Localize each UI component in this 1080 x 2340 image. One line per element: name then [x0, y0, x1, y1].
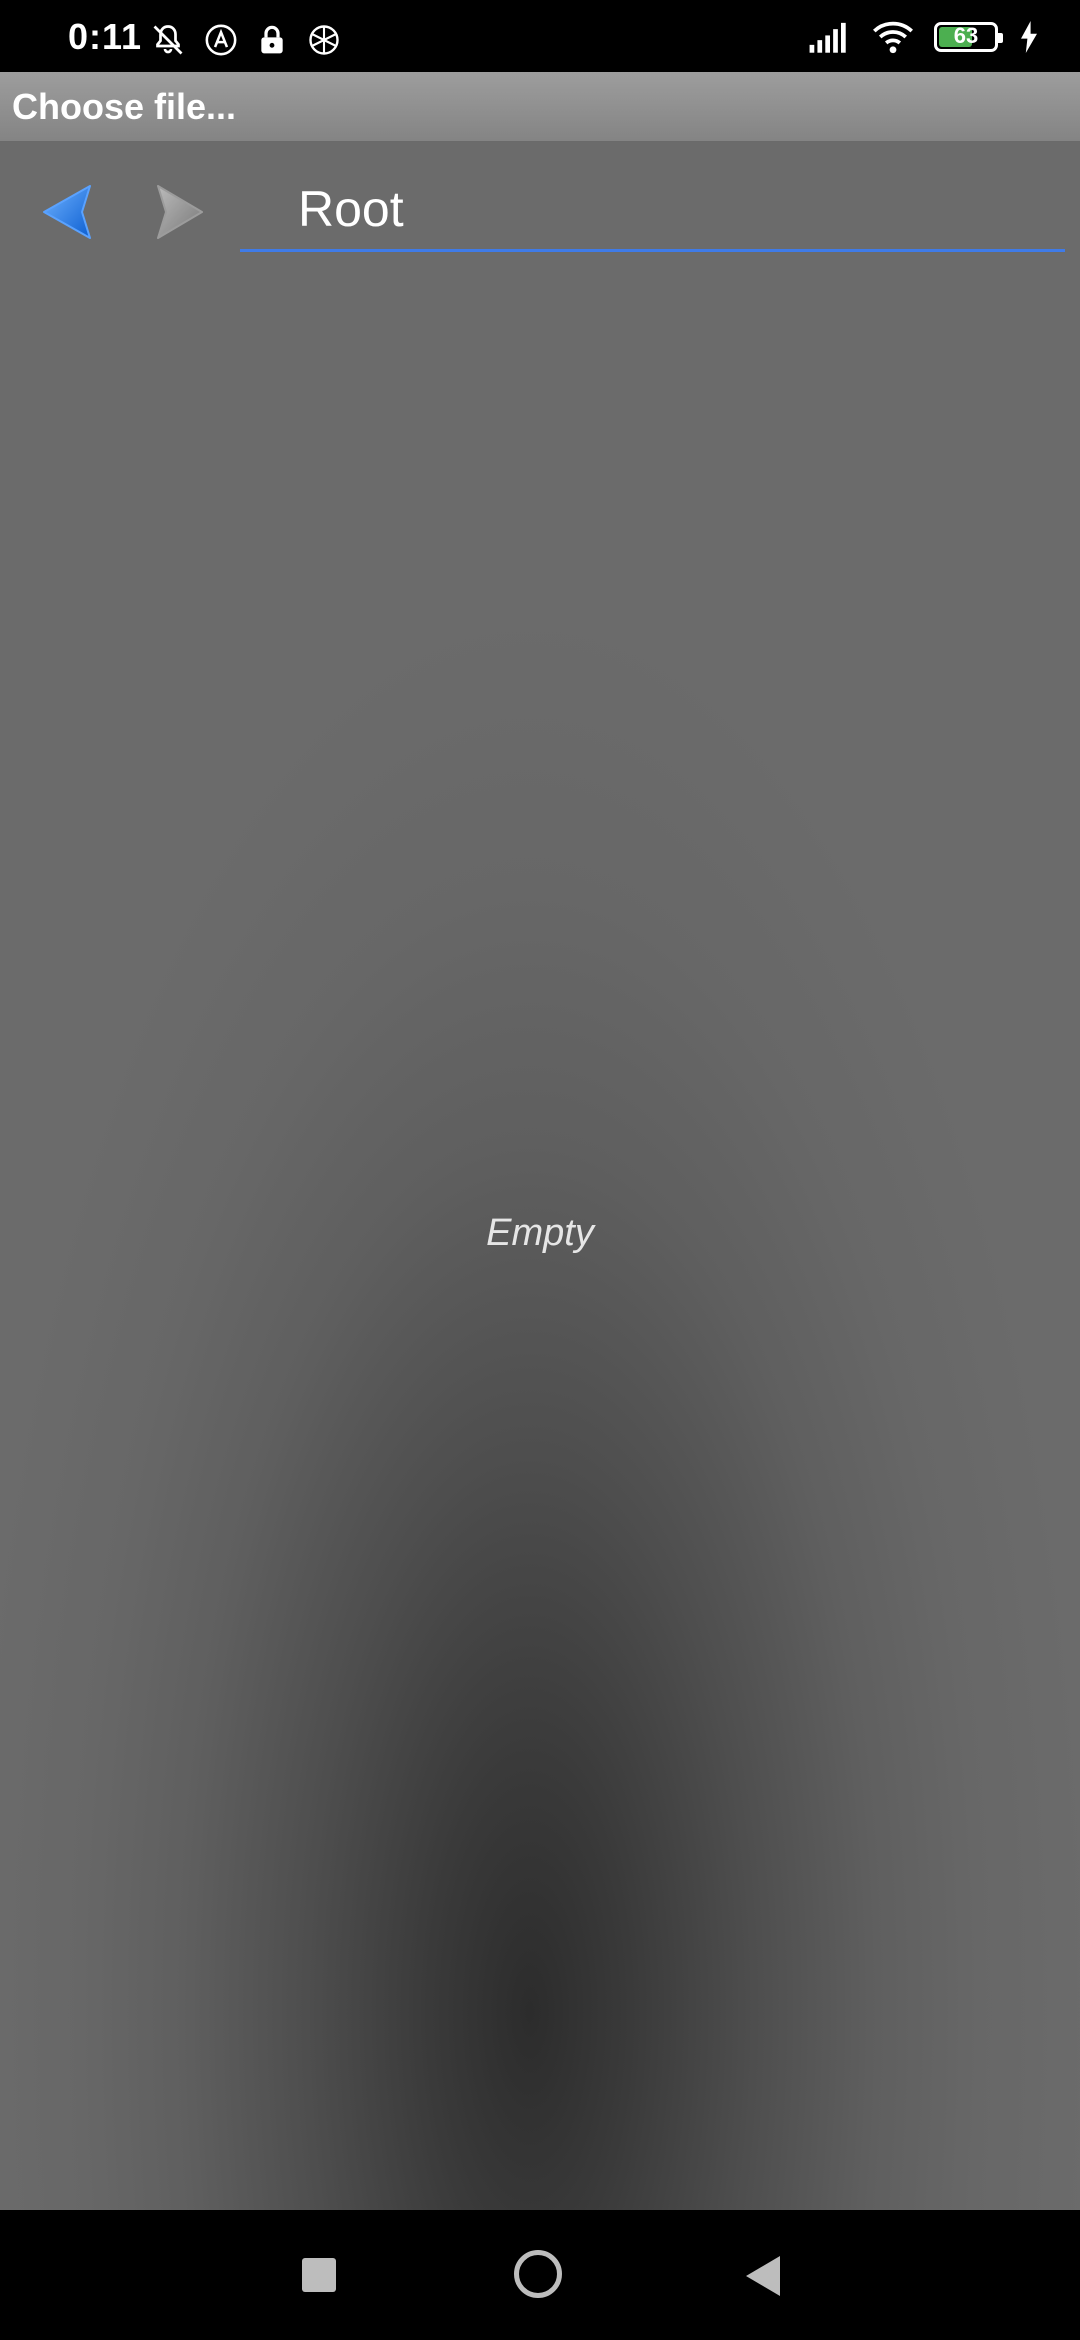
- app-notification-icon: [309, 25, 339, 55]
- current-path-field[interactable]: Root: [240, 162, 1065, 252]
- signal-icon: [809, 22, 846, 53]
- status-bar: 0:11 63: [0, 0, 1080, 72]
- battery-level-text: 63: [953, 23, 979, 48]
- arrow-right-icon: [157, 185, 203, 239]
- status-right-icons: 63: [808, 20, 1040, 54]
- home-button[interactable]: [514, 2250, 562, 2298]
- system-back-button[interactable]: [746, 2256, 780, 2296]
- battery-tip: [998, 33, 1003, 43]
- system-navigation-bar: [0, 2210, 1080, 2340]
- charging-bolt-icon: [1021, 21, 1037, 53]
- lock-icon: [261, 25, 283, 54]
- status-time: 0:11: [68, 16, 143, 57]
- back-button[interactable]: [30, 172, 110, 252]
- forward-button[interactable]: [140, 172, 220, 252]
- wifi-icon: [873, 21, 913, 54]
- empty-list-label: Empty: [486, 1212, 594, 1254]
- recent-apps-button[interactable]: [302, 2258, 336, 2292]
- accessibility-a-icon: [205, 24, 237, 56]
- battery-icon: 63: [934, 22, 1003, 52]
- navigation-row: Root: [0, 142, 1080, 262]
- status-left-icons: [150, 22, 342, 58]
- screen: 0:11 63 Choose file... Root Empty: [0, 0, 1080, 2340]
- arrow-left-icon: [43, 185, 91, 239]
- file-chooser-content: Root Empty: [0, 142, 1080, 2210]
- dialog-title: Choose file...: [12, 86, 237, 127]
- current-path-text: Root: [298, 181, 404, 237]
- bell-off-icon: [153, 25, 183, 55]
- dialog-title-bar: Choose file...: [0, 72, 1080, 142]
